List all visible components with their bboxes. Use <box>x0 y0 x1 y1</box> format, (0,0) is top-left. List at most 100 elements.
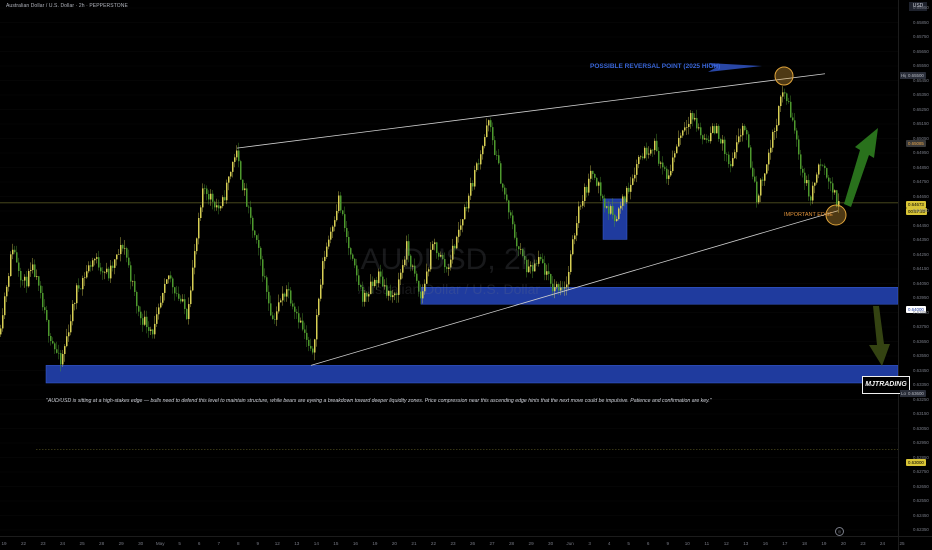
time-tick-label: 14 <box>313 541 319 546</box>
price-tick-label: 0.64350 <box>913 237 929 242</box>
candle-body <box>232 161 234 172</box>
candle-body <box>270 303 272 316</box>
candle-body <box>56 349 58 353</box>
time-tick-label: 25 <box>79 541 85 546</box>
candle-body <box>592 170 594 175</box>
time-tick-label: May <box>155 541 165 546</box>
candle-body <box>812 185 814 201</box>
time-tick-label: 12 <box>723 541 729 546</box>
candle-body <box>340 195 342 211</box>
price-tick-label: 0.63950 <box>913 295 929 300</box>
price-tick-label: 0.64050 <box>913 280 929 286</box>
time-tick-label: 20 <box>391 541 397 546</box>
candle-body <box>606 206 608 208</box>
candle-body <box>338 195 340 211</box>
time-tick-label: 20 <box>840 541 846 546</box>
candle-body <box>742 125 744 136</box>
candle-body <box>818 164 820 175</box>
candle-body <box>144 316 146 325</box>
candle-body <box>584 187 586 201</box>
candle-body <box>214 201 216 208</box>
time-tick-label: 13 <box>294 541 300 546</box>
candle-body <box>732 158 734 167</box>
candle-body <box>792 117 794 121</box>
candle-body <box>300 320 302 323</box>
candle-body <box>700 127 702 136</box>
candle-body <box>582 200 584 206</box>
candle-body <box>784 92 786 94</box>
candle-body <box>634 174 636 179</box>
time-tick-label: 23 <box>40 541 46 546</box>
candle-body <box>138 306 140 312</box>
candle-body <box>158 307 160 315</box>
candle-body <box>274 319 276 320</box>
candle-body <box>626 187 628 203</box>
time-tick-label: 29 <box>118 541 124 546</box>
time-tick-label: 23 <box>450 541 456 546</box>
candle-body <box>280 300 282 303</box>
candle-body <box>712 126 714 133</box>
candle-body <box>462 219 464 226</box>
candle-body <box>770 147 772 153</box>
candle-body <box>2 315 4 329</box>
candle-body <box>84 277 86 279</box>
candle-body <box>738 136 740 143</box>
candle-body <box>826 168 828 178</box>
candle-body <box>662 162 664 168</box>
candle-body <box>474 169 476 187</box>
time-tick-label: 9 <box>666 541 670 546</box>
candle-body <box>502 183 504 188</box>
candle-body <box>594 174 596 178</box>
name-watermark: Australian Dollar / U.S. Dollar <box>357 281 541 297</box>
candle-body <box>484 137 486 147</box>
time-tick-label: Jun <box>566 541 574 546</box>
candle-body <box>252 217 254 231</box>
candle-body <box>72 303 74 322</box>
candle-body <box>306 332 308 340</box>
candle-body <box>830 181 832 184</box>
time-tick-label: 22 <box>20 541 27 546</box>
candle-body <box>690 113 692 124</box>
candle-body <box>574 235 576 240</box>
candle-body <box>702 135 704 140</box>
reversal-label: POSSIBLE REVERSAL POINT (2025 HIGH) <box>590 63 721 70</box>
candle-body <box>230 171 232 177</box>
price-tick-label: 0.64750 <box>913 179 929 184</box>
candle-body <box>718 125 720 140</box>
time-tick-label: 3 <box>588 541 591 546</box>
candle-body <box>292 303 294 307</box>
candle-body <box>312 348 314 353</box>
candle-body <box>44 307 46 311</box>
candle-body <box>272 315 274 320</box>
candle-body <box>216 205 218 208</box>
candle-body <box>308 339 310 346</box>
candle-body <box>468 195 470 209</box>
price-tick-label: 0.62650 <box>913 483 929 489</box>
candle-body <box>776 125 778 132</box>
candle-body <box>672 157 674 172</box>
candle-body <box>780 96 782 107</box>
price-tick-label: 0.65850 <box>913 19 929 25</box>
candle-body <box>816 174 818 183</box>
price-tick-label: 0.62750 <box>913 469 929 474</box>
candle-body <box>458 229 460 237</box>
lower-level-tag: 0.63000 <box>906 459 926 466</box>
candle-body <box>602 195 604 199</box>
time-tick-label: 16 <box>762 541 768 546</box>
candle-body <box>650 149 652 154</box>
candle-body <box>734 152 736 159</box>
time-tick-label: 29 <box>528 541 534 546</box>
symbol-watermark: AUDUSD, 2h <box>360 243 538 276</box>
candle-body <box>708 139 710 142</box>
time-tick-label: 6 <box>646 541 650 546</box>
candle-body <box>472 183 474 187</box>
candle-body <box>628 187 630 192</box>
time-tick-label: 8 <box>236 541 240 546</box>
candle-body <box>728 154 730 165</box>
price-tick-label: 0.62350 <box>913 527 929 532</box>
candle-body <box>478 163 480 165</box>
candle-body <box>242 179 244 191</box>
candle-body <box>498 155 500 164</box>
analysis-caption: "AUD/USD is sitting at a high-stakes edg… <box>46 398 712 404</box>
candle-body <box>342 210 344 215</box>
